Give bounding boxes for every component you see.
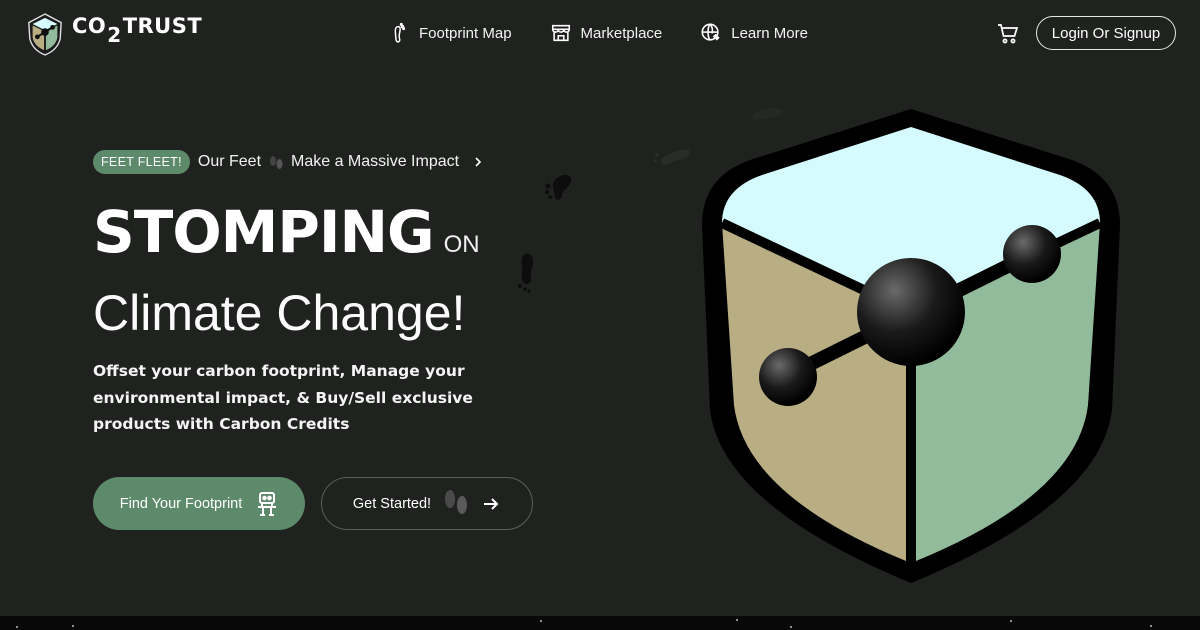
logo-shield-icon bbox=[28, 13, 62, 56]
bottom-starfield-band bbox=[0, 616, 1200, 630]
cart-icon[interactable] bbox=[996, 22, 1020, 46]
robot-icon bbox=[258, 491, 277, 516]
star-dot bbox=[540, 620, 542, 622]
find-your-footprint-label: Find Your Footprint bbox=[119, 495, 243, 512]
announcement-banner[interactable]: FEET FLEET! Our Feet Make a Massive Impa… bbox=[93, 150, 485, 174]
get-started-button[interactable]: Get Started! bbox=[321, 477, 533, 530]
announcement-text-b: Make a Massive Impact bbox=[291, 153, 460, 170]
nav-learn-more[interactable]: Learn More bbox=[700, 22, 808, 44]
co2trust-shield-illustration bbox=[702, 109, 1120, 583]
star-dot bbox=[790, 626, 792, 628]
get-started-label: Get Started! bbox=[352, 495, 432, 512]
nav-footprint-map[interactable]: Footprint Map bbox=[388, 22, 512, 44]
chevron-right-icon bbox=[475, 157, 482, 167]
brand-name: CO2TRUST bbox=[72, 14, 202, 47]
nav-links: Footprint Map Marketplace Learn More bbox=[388, 22, 808, 44]
star-dot bbox=[72, 625, 74, 627]
login-signup-button[interactable]: Login Or Signup bbox=[1036, 16, 1176, 50]
brand-logo[interactable]: CO2TRUST bbox=[26, 12, 202, 56]
arrow-right-icon bbox=[484, 497, 499, 510]
star-dot bbox=[736, 619, 738, 621]
nav-footprint-map-label: Footprint Map bbox=[419, 24, 512, 42]
nav-marketplace[interactable]: Marketplace bbox=[550, 22, 663, 44]
top-nav: CO2TRUST Footprint Map Marketplace Learn… bbox=[0, 0, 1200, 70]
star-dot bbox=[1010, 620, 1012, 622]
footprint-icon bbox=[394, 22, 406, 43]
nav-marketplace-label: Marketplace bbox=[580, 24, 663, 42]
footprints-icon bbox=[445, 489, 468, 514]
headline-on: ON bbox=[443, 231, 480, 258]
store-icon bbox=[551, 24, 570, 42]
find-your-footprint-button[interactable]: Find Your Footprint bbox=[93, 477, 305, 530]
headline-line-1: STOMPING ON bbox=[93, 198, 480, 266]
footprints-icon bbox=[270, 156, 283, 169]
announcement-text-a: Our Feet bbox=[197, 153, 262, 170]
decorative-footprint-icon bbox=[545, 174, 572, 200]
brand-name-sub: 2 bbox=[107, 22, 122, 47]
hero-subtitle: Offset your carbon footprint, Manage you… bbox=[93, 362, 473, 433]
headline-line-2: Climate Change! bbox=[93, 285, 466, 341]
globe-icon bbox=[701, 23, 720, 41]
feet-fleet-badge: FEET FLEET! bbox=[93, 150, 190, 174]
brand-name-suffix: TRUST bbox=[122, 13, 203, 38]
brand-name-prefix: CO bbox=[72, 13, 107, 38]
announcement-text: Our Feet Make a Massive Impact bbox=[198, 152, 485, 172]
decorative-footprint-icon bbox=[518, 253, 534, 293]
star-dot bbox=[16, 626, 18, 628]
star-dot bbox=[1150, 625, 1152, 627]
headline-stomping: STOMPING bbox=[93, 198, 435, 266]
decorative-footprint-icon bbox=[653, 149, 691, 165]
nav-learn-more-label: Learn More bbox=[731, 24, 808, 42]
